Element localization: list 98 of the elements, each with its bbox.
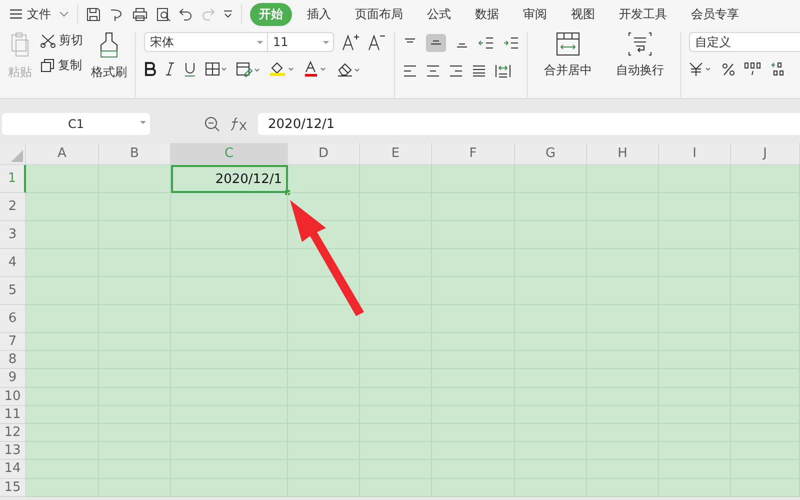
- percent-icon[interactable]: [722, 62, 735, 76]
- ribbon-tab[interactable]: 插入: [298, 2, 340, 26]
- save-icon[interactable]: [86, 6, 101, 22]
- table-cell: [731, 478, 800, 497]
- row-header[interactable]: 15: [0, 478, 26, 497]
- row-header[interactable]: 8: [0, 351, 26, 370]
- table-cell: [659, 165, 731, 193]
- italic-icon[interactable]: [165, 62, 175, 76]
- table-cell: [360, 165, 432, 193]
- justify-icon[interactable]: [472, 65, 486, 77]
- column-header[interactable]: A: [26, 143, 99, 165]
- ribbon-tab[interactable]: 视图: [562, 2, 604, 26]
- name-box[interactable]: C1: [2, 113, 150, 135]
- column-header[interactable]: J: [731, 143, 800, 165]
- cell-style-icon[interactable]: [236, 62, 260, 76]
- row-header[interactable]: 13: [0, 442, 26, 460]
- align-left-icon[interactable]: [403, 65, 417, 77]
- paintbrush-icon[interactable]: [99, 32, 119, 58]
- file-menu[interactable]: 文件: [27, 6, 51, 22]
- table-cell: [99, 165, 171, 193]
- decrease-indent-icon[interactable]: [478, 37, 494, 49]
- column-header[interactable]: D: [288, 143, 360, 165]
- ribbon-tab[interactable]: 数据: [466, 2, 508, 26]
- undo-icon[interactable]: [179, 8, 193, 20]
- scissors-icon[interactable]: [40, 34, 56, 48]
- distributed-icon[interactable]: [495, 64, 511, 78]
- table-cell: [587, 165, 659, 193]
- column-header[interactable]: I: [659, 143, 731, 165]
- align-center-icon[interactable]: [426, 65, 440, 77]
- table-cell: [515, 165, 587, 193]
- table-cell: [288, 165, 360, 193]
- row-header[interactable]: 6: [0, 305, 26, 333]
- customize-dropdown-icon[interactable]: [223, 10, 233, 18]
- decrease-font-icon[interactable]: [368, 33, 386, 51]
- eraser-icon[interactable]: [337, 62, 361, 76]
- menu-icon[interactable]: [9, 8, 23, 20]
- column-header[interactable]: E: [360, 143, 432, 165]
- row-header[interactable]: 3: [0, 221, 26, 249]
- table-cell: [515, 478, 587, 497]
- row-header[interactable]: 12: [0, 424, 26, 442]
- copy-icon[interactable]: [40, 58, 55, 73]
- row-header[interactable]: 1: [0, 165, 26, 193]
- copy-button[interactable]: 复制: [58, 57, 82, 74]
- clipboard-icon[interactable]: [9, 32, 31, 58]
- print-icon[interactable]: [132, 6, 148, 22]
- row-header[interactable]: 10: [0, 388, 26, 406]
- increase-font-icon[interactable]: [342, 33, 360, 51]
- row-header[interactable]: 7: [0, 333, 26, 352]
- underline-icon[interactable]: [184, 62, 196, 76]
- table-cell: [587, 478, 659, 497]
- chevron-down-icon[interactable]: [59, 11, 69, 17]
- font-color-icon[interactable]: [304, 61, 328, 77]
- currency-icon[interactable]: [689, 62, 713, 76]
- ribbon-tab[interactable]: 开始: [250, 2, 292, 26]
- font-name-field[interactable]: 宋体: [144, 32, 268, 52]
- table-cell: [360, 277, 432, 305]
- row-header[interactable]: 4: [0, 249, 26, 277]
- thousands-separator-icon[interactable]: [744, 62, 762, 76]
- column-header[interactable]: G: [515, 143, 587, 165]
- ribbon-tab[interactable]: 开发工具: [610, 2, 676, 26]
- table-cell: 2020/12/1: [171, 165, 288, 193]
- format-painter-button[interactable]: 格式刷: [91, 64, 127, 81]
- hook-arrow-icon[interactable]: [109, 6, 124, 22]
- table-cell: [99, 478, 171, 497]
- column-header[interactable]: H: [587, 143, 659, 165]
- font-size-field[interactable]: 11: [268, 32, 334, 52]
- column-header[interactable]: F: [432, 143, 515, 165]
- wrap-text-icon[interactable]: [628, 32, 652, 56]
- table-cell: [99, 193, 171, 221]
- table-cell: [288, 478, 360, 497]
- number-format-field[interactable]: 自定义: [689, 32, 800, 52]
- ribbon-tab[interactable]: 会员专享: [682, 2, 748, 26]
- bold-icon[interactable]: [144, 62, 156, 76]
- table-cell: [731, 165, 800, 193]
- row-header[interactable]: 14: [0, 460, 26, 478]
- table-cell: [659, 478, 731, 497]
- increase-indent-icon[interactable]: [503, 37, 519, 49]
- row-header[interactable]: 2: [0, 193, 26, 221]
- merge-center-button[interactable]: 合并居中: [544, 62, 592, 79]
- ribbon-tab[interactable]: 页面布局: [346, 2, 412, 26]
- row-header[interactable]: 11: [0, 406, 26, 424]
- align-right-icon[interactable]: [449, 65, 463, 77]
- formula-field[interactable]: 2020/12/1: [258, 113, 800, 135]
- merge-cells-icon[interactable]: [556, 32, 580, 56]
- cut-button[interactable]: 剪切: [59, 32, 83, 49]
- increase-decimal-icon[interactable]: [771, 62, 785, 76]
- wrap-text-button[interactable]: 自动换行: [616, 62, 664, 79]
- row-header[interactable]: 9: [0, 369, 26, 388]
- table-cell: [360, 478, 432, 497]
- fill-color-icon[interactable]: [269, 61, 295, 77]
- row-header[interactable]: 5: [0, 277, 26, 305]
- column-header[interactable]: B: [99, 143, 171, 165]
- borders-icon[interactable]: [205, 62, 227, 76]
- ribbon-tab[interactable]: 公式: [418, 2, 460, 26]
- function-icon[interactable]: [230, 116, 248, 132]
- ribbon-tab[interactable]: 审阅: [514, 2, 556, 26]
- zoom-out-icon[interactable]: [204, 116, 220, 132]
- print-preview-icon[interactable]: [156, 6, 171, 22]
